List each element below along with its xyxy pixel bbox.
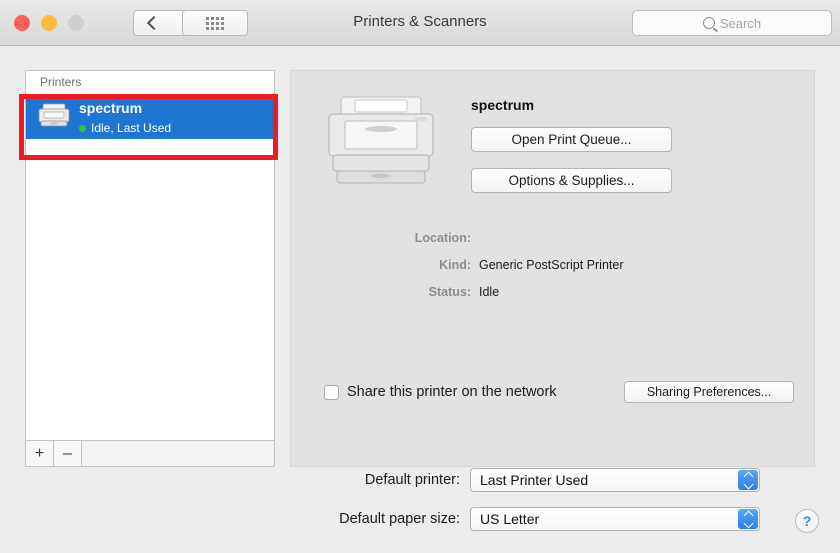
default-printer-value: Last Printer Used	[480, 472, 589, 488]
default-paper-size-select[interactable]: US Letter	[470, 507, 760, 531]
share-printer-row: Share this printer on the network Sharin…	[324, 381, 794, 403]
status-dot-icon	[79, 124, 86, 132]
options-and-supplies-button[interactable]: Options & Supplies...	[471, 168, 672, 193]
printer-status-text: Idle, Last Used	[91, 120, 172, 135]
default-printer-row: Default printer: Last Printer Used	[0, 468, 840, 492]
default-paper-size-label: Default paper size:	[339, 511, 460, 527]
default-printer-label: Default printer:	[364, 472, 460, 488]
detail-printer-name: spectrum	[471, 97, 535, 113]
printer-status: Idle, Last Used	[79, 121, 171, 136]
kind-value: Generic PostScript Printer	[479, 258, 624, 272]
search-placeholder: Search	[719, 15, 762, 31]
printer-list-toolbar: + –	[25, 441, 275, 467]
printer-list[interactable]: Printers spectrum Idle, Last Used	[25, 70, 275, 441]
add-printer-button[interactable]: +	[26, 441, 54, 466]
list-item[interactable]: spectrum Idle, Last Used	[26, 95, 274, 139]
location-label: Location:	[414, 231, 471, 245]
printer-icon	[37, 100, 71, 135]
printer-icon	[321, 83, 441, 200]
search-input[interactable]: Search	[632, 10, 832, 36]
kind-label: Kind:	[439, 258, 471, 272]
open-print-queue-button[interactable]: Open Print Queue...	[471, 127, 672, 152]
list-item-text: spectrum Idle, Last Used	[79, 99, 171, 136]
default-printer-select[interactable]: Last Printer Used	[470, 468, 760, 492]
printer-detail-panel: spectrum Open Print Queue... Options & S…	[290, 70, 815, 467]
default-paper-size-value: US Letter	[480, 511, 540, 527]
window-titlebar: Printers & Scanners Search	[0, 0, 840, 46]
help-button[interactable]: ?	[795, 509, 819, 533]
printer-name: spectrum	[79, 99, 143, 116]
status-label: Status:	[428, 285, 471, 299]
share-printer-checkbox[interactable]	[324, 384, 339, 400]
chevron-updown-icon[interactable]	[738, 470, 758, 490]
search-icon	[702, 17, 715, 29]
printers-scanners-window: Printers & Scanners Search Printers spec…	[0, 0, 840, 553]
printer-list-header: Printers	[40, 75, 82, 89]
sharing-preferences-button[interactable]: Sharing Preferences...	[624, 381, 794, 403]
status-value: Idle	[479, 285, 500, 299]
preferences-content: Printers spectrum Idle, Last Used + – sp…	[0, 46, 840, 553]
share-printer-label: Share this printer on the network	[347, 384, 557, 400]
default-paper-size-row: Default paper size: US Letter	[0, 507, 840, 531]
remove-printer-button[interactable]: –	[54, 441, 82, 466]
chevron-updown-icon[interactable]	[738, 509, 758, 529]
